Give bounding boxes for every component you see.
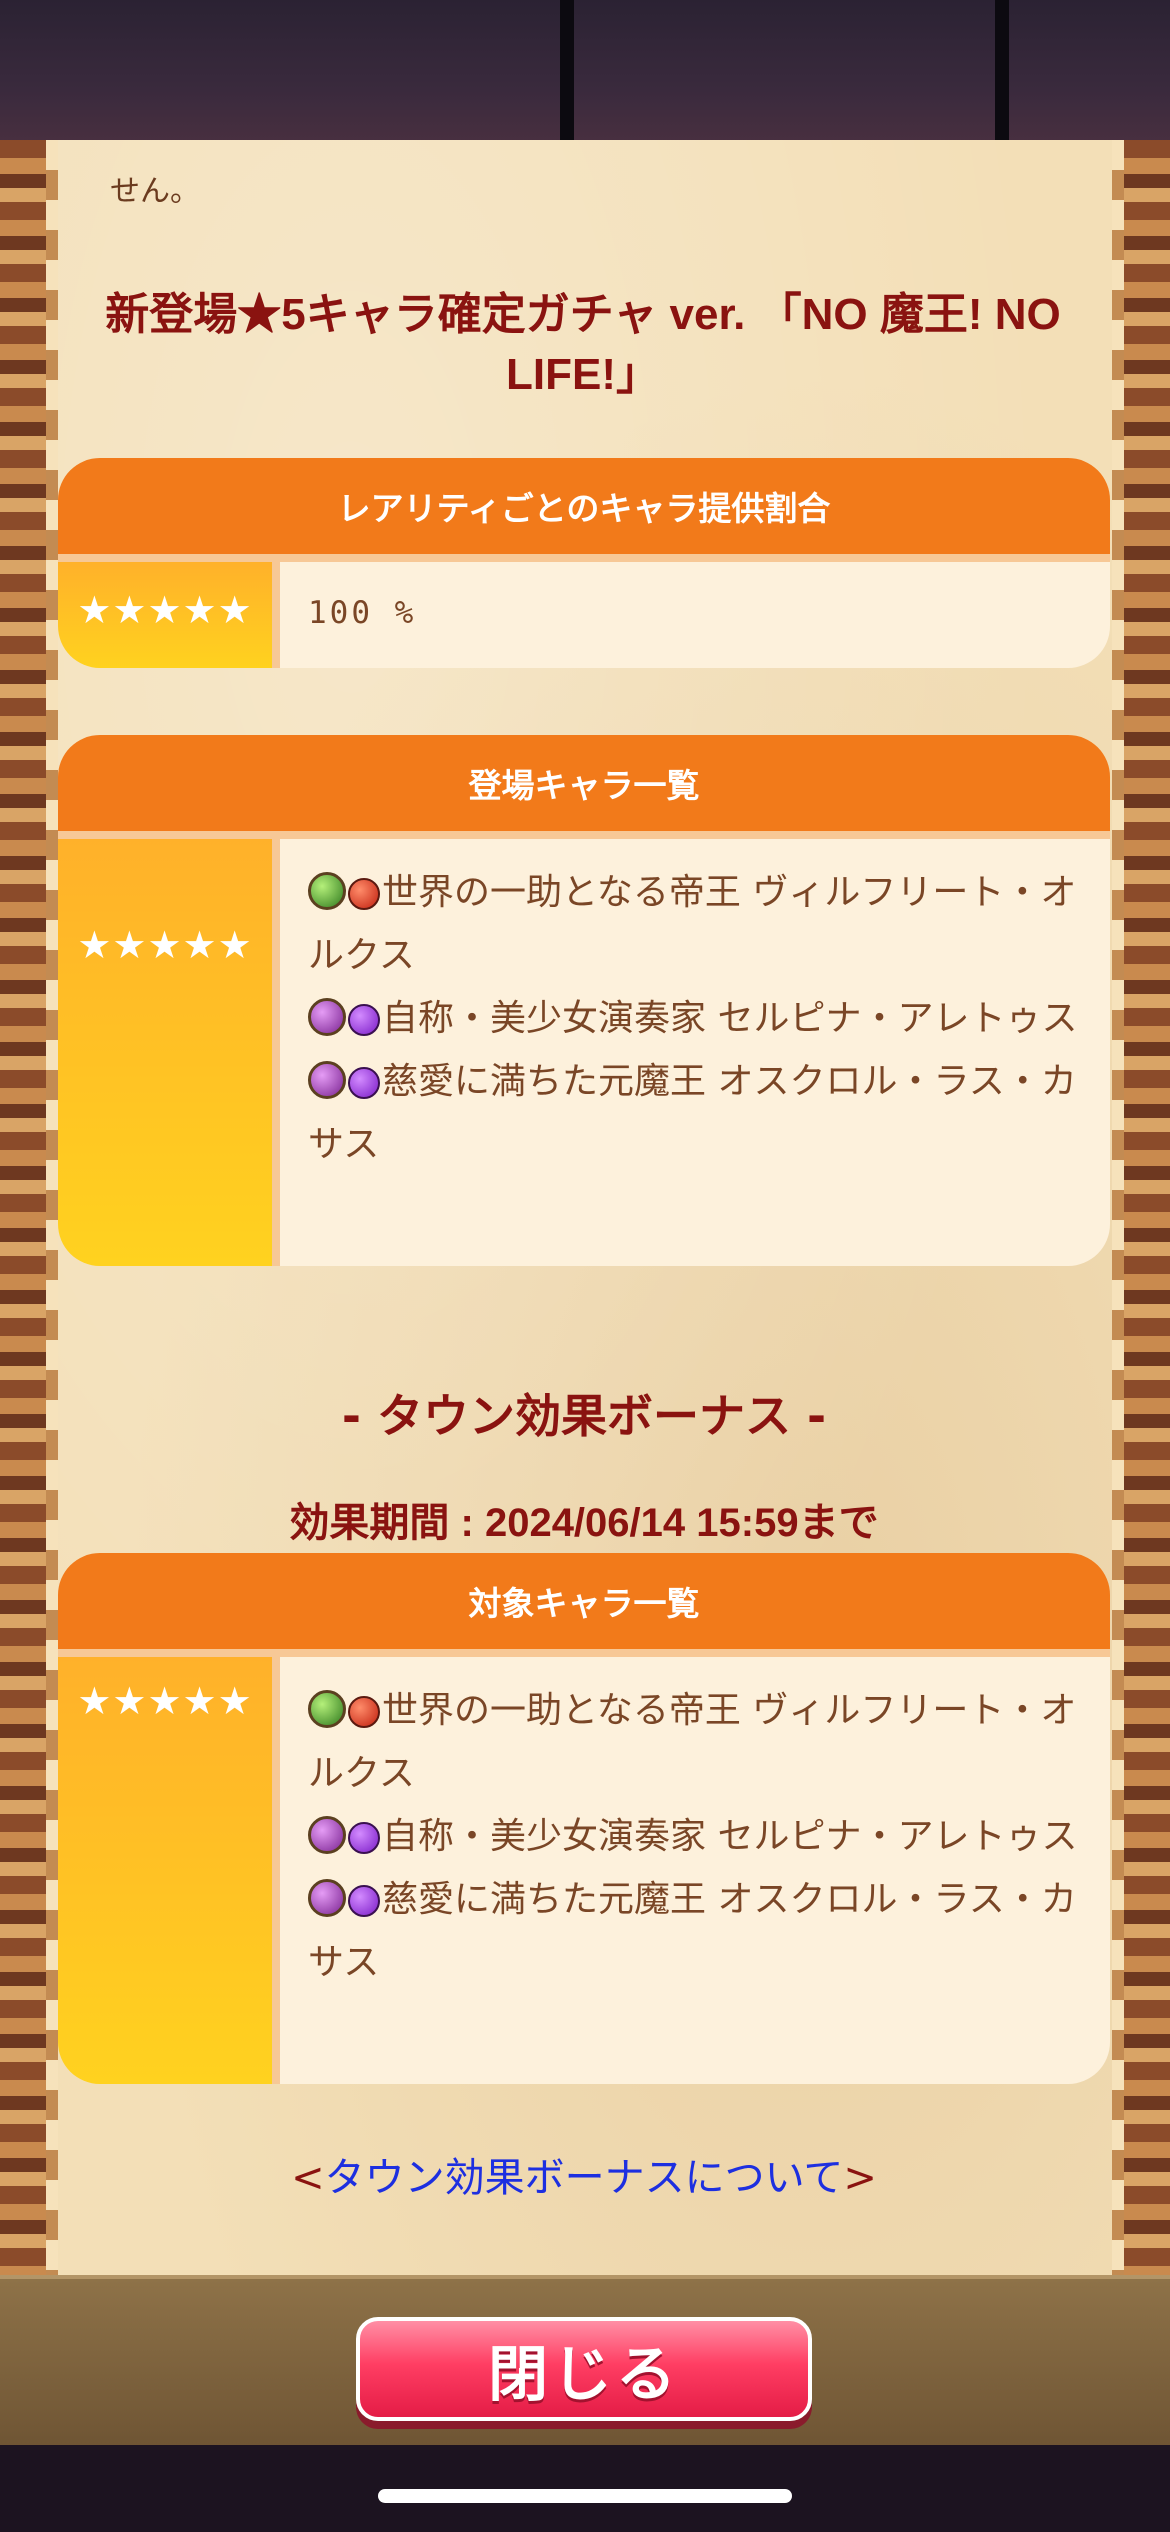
green-weapon-icon [308, 872, 346, 910]
list-item[interactable]: 慈愛に満ちた元魔王 オスクロル・ラス・カサス [308, 1050, 1082, 1176]
link-bracket-close: > [843, 2155, 877, 2201]
purple-weapon-icon [308, 1061, 346, 1099]
fire-element-icon [348, 878, 380, 910]
green-weapon-icon [308, 1690, 346, 1728]
list-item[interactable]: 世界の一助となる帝王 ヴィルフリート・オルクス [308, 861, 1082, 987]
disclaimer-text: せん。 [110, 174, 200, 209]
fire-element-icon [348, 1696, 380, 1728]
info-dialog-scroll[interactable]: せん。 新登場★5キャラ確定ガチャ ver. 「NO 魔王! NO LIFE!」… [0, 140, 1170, 2275]
rarity-stars: ★★★★★ [58, 839, 280, 1266]
close-button[interactable]: 閉じる [356, 2317, 812, 2421]
character-name: 自称・美少女演奏家 セルピナ・アレトゥス [382, 1816, 1078, 1857]
town-bonus-link[interactable]: <タウン効果ボーナスについて> [58, 2145, 1110, 2203]
bonus-period: 効果期間 : 2024/06/14 15:59まで [289, 1501, 879, 1545]
dark-element-icon [348, 1004, 380, 1036]
purple-weapon-icon [308, 998, 346, 1036]
character-list-header: 登場キャラ一覧 [58, 735, 1110, 839]
target-character-list: 世界の一助となる帝王 ヴィルフリート・オルクス 自称・美少女演奏家 セルピナ・ア… [280, 1657, 1110, 2084]
character-list: 世界の一助となる帝王 ヴィルフリート・オルクス 自称・美少女演奏家 セルピナ・ア… [280, 839, 1110, 1266]
character-name: 世界の一助となる帝王 ヴィルフリート・オルクス [308, 1690, 1077, 1794]
dialog-footer: 閉じる [0, 2275, 1170, 2445]
link-bracket-open: < [291, 2155, 325, 2201]
rarity-rate-header: レアリティごとのキャラ提供割合 [58, 458, 1110, 562]
ornate-border-right [1112, 140, 1170, 2275]
rarity-rate-value: 100 % [280, 562, 1110, 668]
dark-element-icon [348, 1885, 380, 1917]
dialog-content: せん。 新登場★5キャラ確定ガチャ ver. 「NO 魔王! NO LIFE!」… [58, 140, 1112, 2275]
backdrop-bar [995, 0, 1009, 150]
list-item[interactable]: 自称・美少女演奏家 セルピナ・アレトゥス [308, 1805, 1082, 1868]
rate-text: 100 % [308, 595, 417, 631]
rarity-rate-card: レアリティごとのキャラ提供割合 ★★★★★ 100 % [58, 458, 1110, 668]
backdrop-bar [560, 0, 574, 150]
character-name: 世界の一助となる帝王 ヴィルフリート・オルクス [308, 872, 1077, 976]
rarity-stars: ★★★★★ [58, 562, 280, 668]
town-bonus-title: - タウン効果ボーナス - [341, 1389, 827, 1443]
character-name: 慈愛に満ちた元魔王 オスクロル・ラス・カサス [308, 1879, 1077, 1983]
list-item[interactable]: 慈愛に満ちた元魔王 オスクロル・ラス・カサス [308, 1868, 1082, 1994]
dark-element-icon [348, 1067, 380, 1099]
character-name: 慈愛に満ちた元魔王 オスクロル・ラス・カサス [308, 1061, 1077, 1165]
target-character-header: 対象キャラ一覧 [58, 1553, 1110, 1657]
purple-weapon-icon [308, 1879, 346, 1917]
target-character-card: 対象キャラ一覧 ★★★★★ 世界の一助となる帝王 ヴィルフリート・オルクス 自称… [58, 1553, 1110, 2084]
character-list-card: 登場キャラ一覧 ★★★★★ 世界の一助となる帝王 ヴィルフリート・オルクス 自称… [58, 735, 1110, 1266]
ornate-border-left [0, 140, 58, 2275]
game-backdrop [0, 0, 1170, 150]
home-indicator[interactable] [378, 2489, 792, 2503]
dark-element-icon [348, 1822, 380, 1854]
gacha-title: 新登場★5キャラ確定ガチャ ver. 「NO 魔王! NO LIFE!」 [105, 290, 1061, 399]
character-name: 自称・美少女演奏家 セルピナ・アレトゥス [382, 998, 1078, 1039]
purple-weapon-icon [308, 1816, 346, 1854]
rarity-stars: ★★★★★ [58, 1657, 280, 2084]
list-item[interactable]: 自称・美少女演奏家 セルピナ・アレトゥス [308, 987, 1082, 1050]
list-item[interactable]: 世界の一助となる帝王 ヴィルフリート・オルクス [308, 1679, 1082, 1805]
town-bonus-link-text[interactable]: タウン効果ボーナスについて [325, 2155, 844, 2201]
